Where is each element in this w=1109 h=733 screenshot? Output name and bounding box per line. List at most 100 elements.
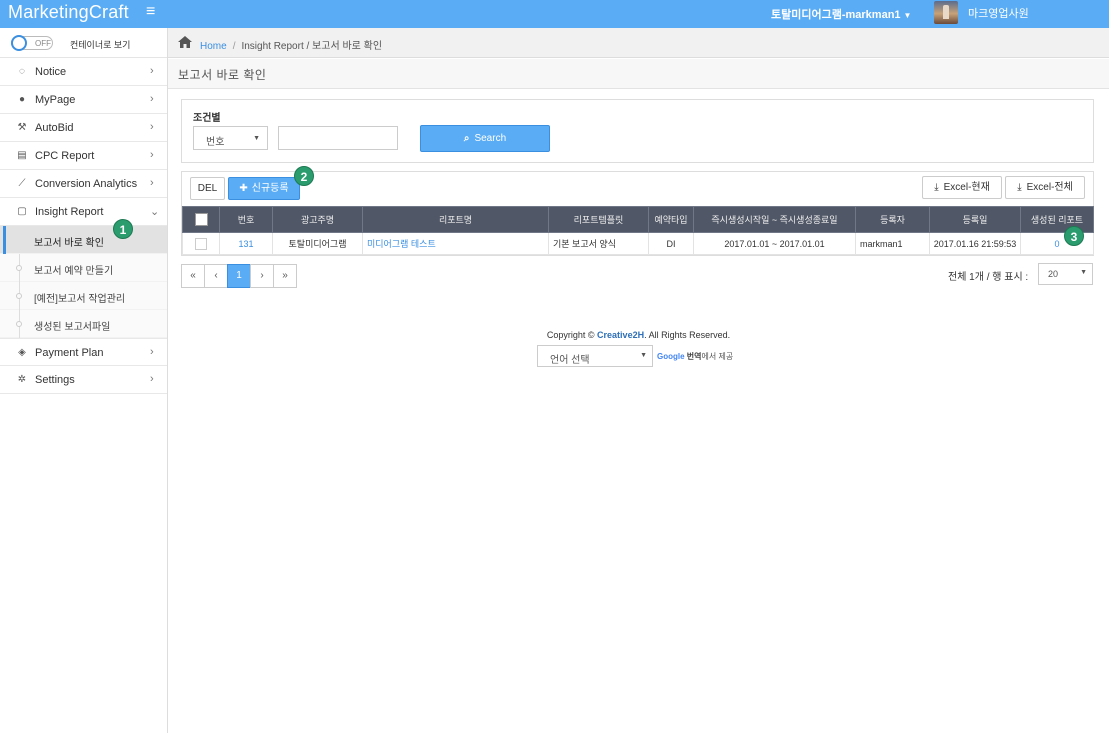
plus-icon: ✚ bbox=[239, 183, 248, 194]
schedule-type-cell: DI bbox=[648, 232, 694, 255]
delete-button[interactable]: DEL bbox=[190, 177, 225, 200]
select-all-checkbox[interactable] bbox=[194, 213, 208, 226]
switch-state: OFF bbox=[35, 39, 51, 48]
org-dropdown[interactable]: 토탈미디어그램-markman1 ▼ bbox=[771, 6, 911, 22]
advertiser-cell: 토탈미디어그램 bbox=[272, 232, 363, 255]
new-register-button[interactable]: ✚ 신규등록 bbox=[228, 177, 300, 200]
bullet-icon bbox=[16, 265, 22, 271]
next-page-button[interactable]: › bbox=[250, 264, 274, 288]
table-header[interactable]: 번호 bbox=[219, 206, 273, 233]
sidebar-subitem-report-direct[interactable]: 보고서 바로 확인 bbox=[0, 226, 167, 254]
search-input[interactable] bbox=[278, 126, 398, 150]
org-name: 토탈미디어그램-markman1 bbox=[771, 9, 901, 21]
select-all-header[interactable] bbox=[182, 206, 220, 233]
table-header[interactable]: 등록일 bbox=[929, 206, 1021, 233]
chevron-right-icon: › bbox=[150, 346, 154, 358]
breadcrumb-separator: / bbox=[232, 41, 236, 52]
period-cell: 2017.01.01 ~ 2017.01.01 bbox=[693, 232, 856, 255]
app-logo[interactable]: MarketingCraft bbox=[8, 2, 129, 23]
sidebar-item-label: Conversion Analytics bbox=[35, 178, 138, 190]
table-header[interactable]: 리포트템플릿 bbox=[548, 206, 649, 233]
user-name[interactable]: 마크영업사원 bbox=[968, 5, 1029, 21]
row-checkbox[interactable] bbox=[195, 237, 207, 250]
table-header[interactable]: 리포트명 bbox=[362, 206, 549, 233]
sidebar-item-insight-report[interactable]: ▢ Insight Report ⌄ bbox=[0, 198, 167, 226]
language-select[interactable]: 언어 선택 ▼ bbox=[537, 345, 653, 367]
table-header[interactable]: 등록자 bbox=[855, 206, 930, 233]
total-count-text: 전체 1개 / 행 표시 : bbox=[948, 272, 1029, 283]
sidebar-subitem-report-schedule[interactable]: 보고서 예약 만들기 bbox=[0, 254, 167, 282]
excel-current-button[interactable]: ⤓ Excel-현재 bbox=[922, 176, 1002, 199]
page-title-bar: 보고서 바로 확인 bbox=[168, 59, 1109, 89]
footer-copyright: Copyright © Creative2H. All Rights Reser… bbox=[168, 330, 1109, 340]
table-header[interactable]: 예약타입 bbox=[648, 206, 694, 233]
sidebar-subitem-report-jobs-legacy[interactable]: [예전]보고서 작업관리 bbox=[0, 282, 167, 310]
language-select-value: 언어 선택 bbox=[550, 355, 590, 366]
sidebar-item-label: AutoBid bbox=[35, 122, 74, 134]
filter-field-select[interactable]: 번호 ▼ bbox=[193, 126, 268, 150]
breadcrumb: Home / Insight Report / 보고서 바로 확인 bbox=[200, 37, 382, 52]
report-name-link[interactable]: 미디어그램 테스트 bbox=[362, 232, 549, 255]
chevron-right-icon: › bbox=[150, 93, 154, 105]
google-translate-credit: Google 번역에서 제공 bbox=[657, 351, 733, 362]
chevron-down-icon: ⌄ bbox=[150, 206, 160, 218]
sidebar-item-notice[interactable]: ◌ Notice › bbox=[0, 58, 167, 86]
breadcrumb-home-link[interactable]: Home bbox=[200, 41, 227, 52]
registered-date-cell: 2017.01.16 21:59:53 bbox=[929, 232, 1021, 255]
download-icon: ⤓ bbox=[934, 182, 939, 193]
filter-select-value: 번호 bbox=[206, 137, 225, 148]
hamburger-menu-icon[interactable]: ≡ bbox=[146, 3, 155, 21]
copyright-suffix: . All Rights Reserved. bbox=[644, 330, 731, 340]
sidebar-item-settings[interactable]: ✲ Settings › bbox=[0, 366, 167, 394]
table-header[interactable]: 생성된 리포트 bbox=[1020, 206, 1094, 233]
pagination: « ‹ 1 › » bbox=[181, 264, 297, 288]
chevron-right-icon: › bbox=[150, 149, 154, 161]
line-chart-icon: ⟋ bbox=[18, 178, 26, 189]
first-page-button[interactable]: « bbox=[181, 264, 205, 288]
home-icon[interactable] bbox=[178, 36, 192, 48]
translate-label: 번역 bbox=[686, 352, 702, 361]
google-logo[interactable]: Google bbox=[657, 352, 685, 361]
table-header[interactable]: 즉시생성시작일 ~ 즉시생성종료일 bbox=[693, 206, 856, 233]
book-icon: ▤ bbox=[17, 150, 27, 161]
company-link[interactable]: Creative2H bbox=[597, 330, 644, 340]
user-icon: ● bbox=[18, 94, 26, 105]
page-size-select[interactable]: 20 ▼ bbox=[1038, 263, 1093, 285]
page-title: 보고서 바로 확인 bbox=[178, 68, 267, 82]
sidebar-subitem-generated-files[interactable]: 생성된 보고서파일 bbox=[0, 310, 167, 338]
chevron-right-icon: › bbox=[150, 373, 154, 385]
document-icon: ▢ bbox=[17, 206, 27, 217]
sidebar-subitem-label: 보고서 예약 만들기 bbox=[34, 266, 114, 277]
last-page-button[interactable]: » bbox=[273, 264, 297, 288]
excel-current-label: Excel-현재 bbox=[943, 182, 990, 193]
chevron-right-icon: › bbox=[150, 121, 154, 133]
avatar[interactable] bbox=[934, 1, 958, 24]
sidebar-item-autobid[interactable]: ⚒ AutoBid › bbox=[0, 114, 167, 142]
report-table-panel: DEL ✚ 신규등록 ⤓ Excel-현재 ⤓ Excel-전체 번호 광고주명 리포… bbox=[181, 171, 1094, 256]
search-button[interactable]: ⌕ Search bbox=[420, 125, 550, 152]
top-navbar: MarketingCraft ≡ 토탈미디어그램-markman1 ▼ 마크영업사… bbox=[0, 0, 1109, 28]
container-view-toggle-row: OFF 컨테이너로 보기 bbox=[0, 28, 167, 58]
sidebar-item-conversion-analytics[interactable]: ⟋ Conversion Analytics › bbox=[0, 170, 167, 198]
table-header[interactable]: 광고주명 bbox=[272, 206, 363, 233]
sidebar-item-label: Settings bbox=[35, 374, 75, 386]
gear-icon: ✲ bbox=[17, 374, 27, 385]
breadcrumb-path: Insight Report / 보고서 바로 확인 bbox=[241, 41, 383, 52]
template-cell: 기본 보고서 양식 bbox=[548, 232, 649, 255]
sidebar-item-payment-plan[interactable]: ◈ Payment Plan › bbox=[0, 338, 167, 366]
annotation-badge-3: 3 bbox=[1064, 226, 1084, 246]
container-view-switch[interactable]: OFF bbox=[11, 35, 53, 51]
prev-page-button[interactable]: ‹ bbox=[204, 264, 228, 288]
row-number-link[interactable]: 131 bbox=[219, 232, 273, 255]
sidebar-item-cpc-report[interactable]: ▤ CPC Report › bbox=[0, 142, 167, 170]
tag-icon: ◈ bbox=[18, 347, 26, 358]
excel-all-button[interactable]: ⤓ Excel-전체 bbox=[1005, 176, 1085, 199]
select-arrow-icon: ▼ bbox=[1080, 269, 1087, 276]
comment-icon: ◌ bbox=[19, 66, 25, 77]
page-button-current[interactable]: 1 bbox=[227, 264, 251, 288]
download-icon: ⤓ bbox=[1017, 182, 1022, 193]
sidebar-subitem-label: 생성된 보고서파일 bbox=[34, 322, 111, 333]
sidebar-item-mypage[interactable]: ● MyPage › bbox=[0, 86, 167, 114]
report-table: 번호 광고주명 리포트명 리포트템플릿 예약타입 즉시생성시작일 ~ 즉시생성종… bbox=[182, 206, 1094, 255]
search-button-label: Search bbox=[474, 133, 507, 144]
